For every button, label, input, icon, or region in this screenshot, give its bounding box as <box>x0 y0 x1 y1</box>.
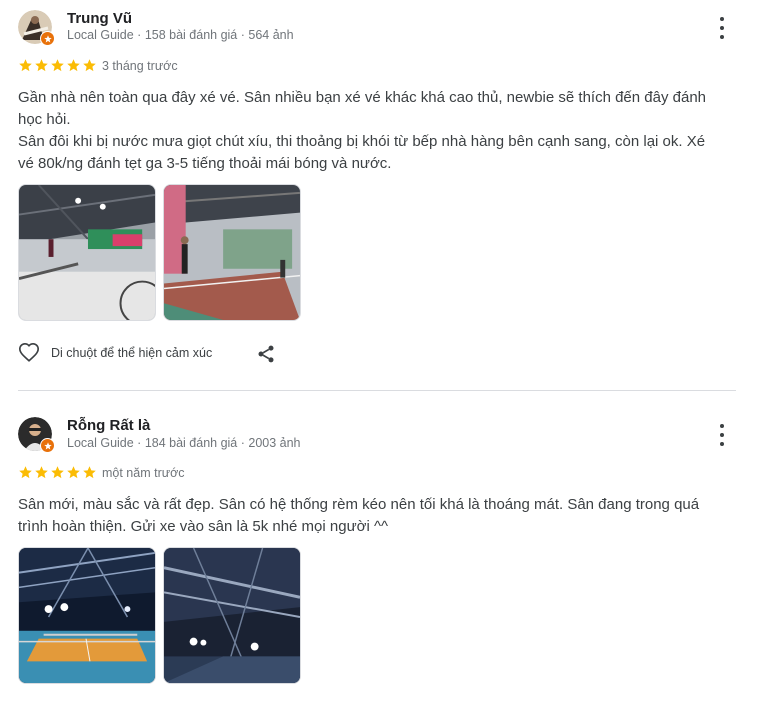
reviewer-name[interactable]: Trung Vũ <box>67 10 132 27</box>
review-photo[interactable] <box>163 547 301 684</box>
review-actions: Di chuột để thể hiện cảm xúc <box>18 342 212 364</box>
review-photo[interactable] <box>18 547 156 684</box>
star-icon <box>67 466 80 479</box>
local-guide-badge-icon <box>40 438 55 453</box>
review-text-line: trình hoàn thiện. Gửi xe vào sân là 5k n… <box>18 518 389 535</box>
review-time: 3 tháng trước <box>102 59 178 73</box>
reviewer-avatar[interactable] <box>18 417 55 453</box>
review-photo[interactable] <box>18 184 156 321</box>
more-vert-icon[interactable] <box>712 17 732 39</box>
review-photo[interactable] <box>163 184 301 321</box>
star-icon <box>83 466 96 479</box>
star-icon <box>35 59 48 72</box>
star-icon <box>19 59 32 72</box>
review-text-line: học hỏi. <box>18 111 71 128</box>
more-vert-icon[interactable] <box>712 424 732 446</box>
star-icon <box>83 59 96 72</box>
star-rating <box>18 465 97 480</box>
reviewer-meta[interactable]: Local Guide · 184 bài đánh giá · 2003 ản… <box>67 436 301 450</box>
star-icon <box>51 59 64 72</box>
review-text-line: Sân đôi khi bị nước mưa giọt chút xíu, t… <box>18 133 706 150</box>
share-icon[interactable] <box>256 344 276 364</box>
review-text: Gần nhà nên toàn qua đây xé vé. Sân nhiề… <box>18 87 738 175</box>
star-icon <box>35 466 48 479</box>
react-hint-label: Di chuột để thể hiện cảm xúc <box>51 346 213 360</box>
reviewer-meta[interactable]: Local Guide · 158 bài đánh giá · 564 ảnh <box>67 28 294 42</box>
review-time: một năm trước <box>102 466 185 480</box>
review-text: Sân mới, màu sắc và rất đẹp. Sân có hệ t… <box>18 494 738 538</box>
review-divider <box>18 390 736 391</box>
heart-icon[interactable] <box>18 342 40 364</box>
star-icon <box>19 466 32 479</box>
review-text-line: Sân mới, màu sắc và rất đẹp. Sân có hệ t… <box>18 496 700 513</box>
star-icon <box>67 59 80 72</box>
local-guide-badge-icon <box>40 31 55 46</box>
star-rating <box>18 58 97 73</box>
reviewer-avatar[interactable] <box>18 10 55 46</box>
star-icon <box>51 466 64 479</box>
review-text-line: vé 80k/ng đánh tẹt ga 3-5 tiếng thoải má… <box>18 155 392 172</box>
review-text-line: Gần nhà nên toàn qua đây xé vé. Sân nhiề… <box>18 89 707 106</box>
reviewer-name[interactable]: Rỗng Rất là <box>67 417 150 434</box>
